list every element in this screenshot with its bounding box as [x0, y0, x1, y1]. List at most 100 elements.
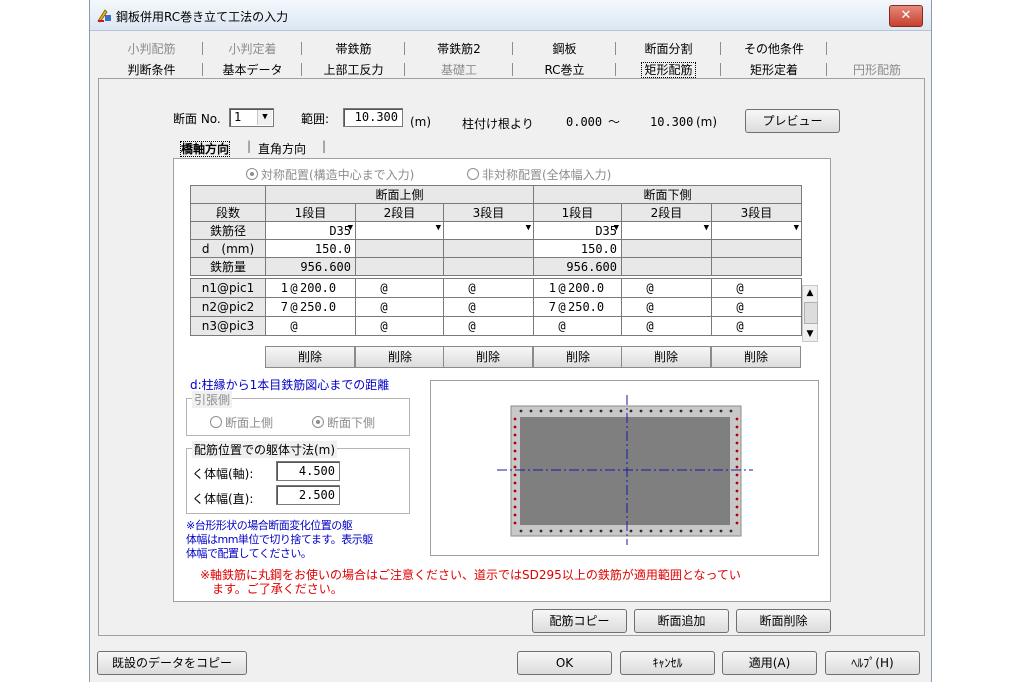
radio-asymmetric[interactable]: 非対称配置(全体幅入力): [467, 166, 611, 183]
preview-button[interactable]: プレビュー: [745, 109, 840, 133]
row-label-pitch3: n3@pic3: [190, 316, 266, 336]
range-input[interactable]: 10.300: [343, 108, 403, 127]
pitch-cell[interactable]: @: [621, 278, 712, 298]
rebar-dot: [529, 529, 533, 533]
chevron-down-icon: ▼: [613, 223, 619, 233]
delete-lower-2-button[interactable]: 削除: [621, 346, 711, 368]
tab-perpendicular[interactable]: 直角方向: [258, 140, 306, 157]
amount-cell: [355, 257, 444, 276]
cancel-button[interactable]: ｷｬﾝｾﾙ: [620, 651, 715, 675]
amount-cell: 956.600: [265, 257, 356, 276]
ok-button[interactable]: OK: [517, 651, 612, 675]
rebar-dot: [719, 529, 723, 533]
rebar-dot: [669, 529, 673, 533]
rebar-dot: [599, 409, 603, 413]
diameter-dropdown[interactable]: ▼: [443, 221, 534, 240]
d-cell[interactable]: 150.0: [265, 239, 356, 258]
diameter-dropdown[interactable]: D35 ▼: [265, 221, 356, 240]
pitch-cell[interactable]: @: [355, 278, 444, 298]
rebar-dot: [513, 497, 517, 501]
tab-obi-tekkin[interactable]: 帯鉄筋: [302, 40, 405, 57]
rebar-dot: [513, 513, 517, 517]
pitch-cell[interactable]: @: [533, 316, 622, 336]
add-section-button[interactable]: 断面追加: [634, 609, 729, 633]
tab-koban-teichaku[interactable]: 小判定着: [203, 40, 302, 57]
pitch-cell[interactable]: 1 @200.0: [265, 278, 356, 298]
scroll-down-icon[interactable]: ▼: [803, 327, 817, 341]
diameter-dropdown[interactable]: ▼: [355, 221, 444, 240]
tab-kouban[interactable]: 鋼板: [513, 40, 616, 57]
d-cell[interactable]: 150.0: [533, 239, 622, 258]
pitch-cell[interactable]: @: [711, 316, 802, 336]
chevron-down-icon: ▼: [525, 223, 531, 233]
delete-lower-3-button[interactable]: 削除: [711, 346, 801, 368]
pitch-cell[interactable]: @: [711, 278, 802, 298]
radio-symmetric[interactable]: 対称配置(構造中心まで入力): [246, 166, 414, 183]
rebar-dot: [735, 497, 739, 501]
pitch-cell[interactable]: @: [621, 316, 712, 336]
tab-handan-jouken[interactable]: 判断条件: [100, 61, 203, 78]
radio-unchecked-icon: [467, 168, 479, 180]
rebar-dot: [735, 433, 739, 437]
delete-section-button[interactable]: 断面削除: [736, 609, 831, 633]
pitch-cell[interactable]: @: [621, 297, 712, 317]
pitch-cell[interactable]: @: [355, 297, 444, 317]
row-label-diameter: 鉄筋径: [190, 221, 266, 240]
rebar-dot: [679, 409, 683, 413]
rebar-dot: [589, 529, 593, 533]
rebar-dot: [589, 409, 593, 413]
tab-kukei-haikin[interactable]: 矩形配筋: [616, 61, 721, 78]
diameter-dropdown[interactable]: D35 ▼: [533, 221, 622, 240]
help-button[interactable]: ﾍﾙﾌﾟ(H): [825, 651, 920, 675]
apply-button[interactable]: 適用(A): [722, 651, 817, 675]
pitch-cell[interactable]: 7 @250.0: [533, 297, 622, 317]
lower-header: 断面下側: [533, 185, 802, 204]
tab-kisokou[interactable]: 基礎工: [405, 61, 513, 78]
pitch-cell[interactable]: @: [711, 297, 802, 317]
rebar-dot: [513, 449, 517, 453]
tab-enkei-haikin[interactable]: 円形配筋: [827, 61, 927, 78]
pitch-cell[interactable]: 1 @200.0: [533, 278, 622, 298]
from-base-label: 柱付け根より: [462, 117, 534, 131]
rebar-dot: [689, 409, 693, 413]
rebar-dot: [599, 529, 603, 533]
tab-kihon-data[interactable]: 基本データ: [203, 61, 302, 78]
amount-cell: 956.600: [533, 257, 622, 276]
pitch-cell[interactable]: @: [355, 316, 444, 336]
d-cell: [443, 239, 534, 258]
tier-header: 2段目: [621, 203, 712, 222]
radio-tension-lower[interactable]: 断面下側: [312, 414, 375, 431]
delete-upper-1-button[interactable]: 削除: [265, 346, 355, 368]
pitch-scrollbar[interactable]: ▲ ▼: [802, 285, 818, 342]
copy-rebar-button[interactable]: 配筋コピー: [532, 609, 627, 633]
rebar-dot: [539, 529, 543, 533]
pitch-cell[interactable]: 7 @250.0: [265, 297, 356, 317]
pitch-cell[interactable]: @: [443, 297, 534, 317]
scroll-up-icon[interactable]: ▲: [803, 286, 817, 300]
delete-lower-1-button[interactable]: 削除: [533, 346, 623, 368]
tab-danmen-bunkatsu[interactable]: 断面分割: [616, 40, 721, 57]
app-icon: [97, 9, 111, 23]
tab-bridge-axis[interactable]: 橋軸方向: [180, 140, 231, 157]
tab-koban-haikin[interactable]: 小判配筋: [100, 40, 203, 57]
diameter-dropdown[interactable]: ▼: [711, 221, 802, 240]
pitch-cell[interactable]: @: [265, 316, 356, 336]
tab-rc-makitate[interactable]: RC巻立: [513, 61, 616, 78]
pitch-cell[interactable]: @: [443, 316, 534, 336]
tab-obi-tekkin-2[interactable]: 帯鉄筋2: [405, 40, 513, 57]
rebar-dot: [735, 441, 739, 445]
rebar-dot: [619, 529, 623, 533]
delete-upper-3-button[interactable]: 削除: [443, 346, 533, 368]
tab-sonota-jouken[interactable]: その他条件: [721, 40, 827, 57]
delete-upper-2-button[interactable]: 削除: [355, 346, 445, 368]
section-no-dropdown[interactable]: 1 ▼: [229, 108, 274, 127]
tab-joubukou-hanryoku[interactable]: 上部工反力: [302, 61, 405, 78]
copy-existing-data-button[interactable]: 既設のデータをコピー: [97, 651, 247, 675]
pitch-cell[interactable]: @: [443, 278, 534, 298]
scroll-thumb[interactable]: [804, 302, 818, 324]
close-button[interactable]: ✕: [889, 5, 923, 27]
tab-kukei-teichaku[interactable]: 矩形定着: [721, 61, 827, 78]
rebar-dot: [649, 409, 653, 413]
radio-tension-upper[interactable]: 断面上側: [210, 414, 273, 431]
diameter-dropdown[interactable]: ▼: [621, 221, 712, 240]
